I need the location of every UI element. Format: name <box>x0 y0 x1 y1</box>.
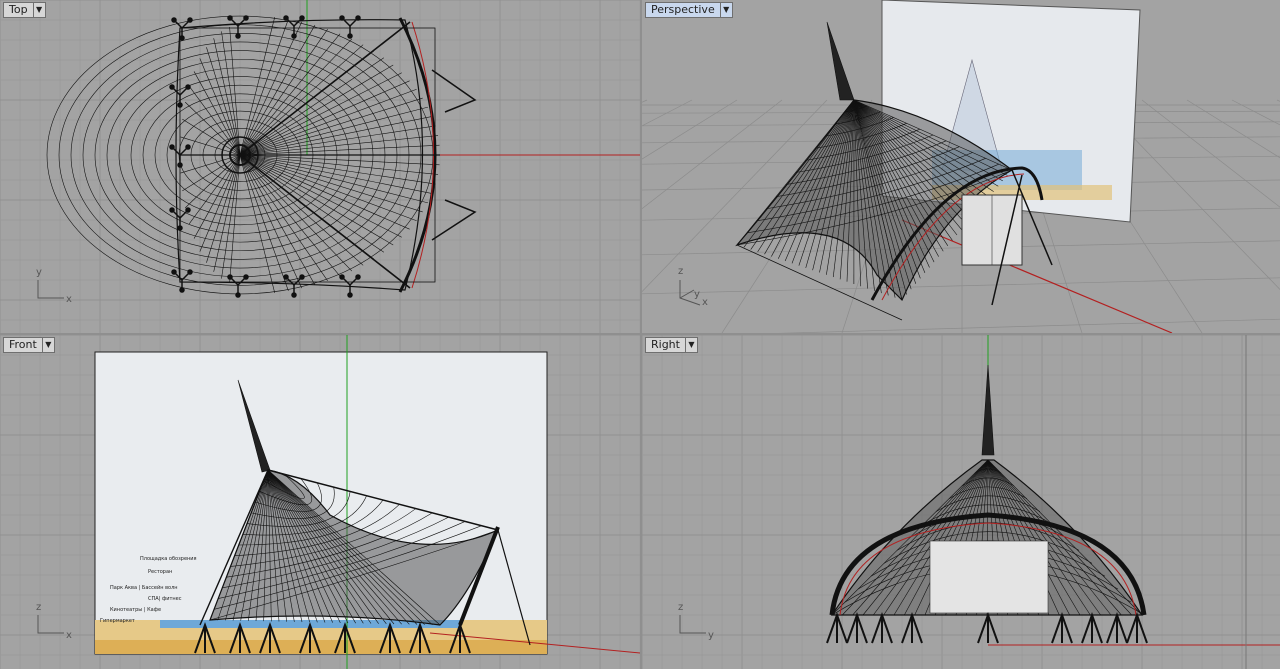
triangle-down-icon[interactable]: ▼ <box>719 3 732 17</box>
viewport-title: Right <box>651 338 680 351</box>
axis-label-z: z <box>36 602 41 613</box>
axis-label-y: y <box>36 267 42 278</box>
viewport-top[interactable]: Top ▼ y x <box>0 0 640 333</box>
image-label: Гипермаркет <box>100 618 135 624</box>
front-canvas[interactable]: Площадка обозрения Ресторан Парк Аква | … <box>0 335 640 669</box>
top-canvas[interactable]: y x <box>0 0 640 333</box>
triangle-down-icon[interactable]: ▼ <box>684 338 697 352</box>
viewport-tab-perspective[interactable]: Perspective ▼ <box>645 2 733 18</box>
viewport-title: Perspective <box>651 3 715 16</box>
viewport-perspective[interactable]: Perspective ▼ z y x <box>642 0 1280 333</box>
axis-label-x: x <box>66 630 72 641</box>
viewport-title: Top <box>9 3 28 16</box>
image-label: Кинотеатры | Кафе <box>110 607 161 613</box>
triangle-down-icon[interactable]: ▼ <box>41 338 54 352</box>
image-label: Парк Аква | Бассейн волн <box>110 584 178 591</box>
axis-label-z: z <box>678 266 683 277</box>
axis-label-y: y <box>694 289 700 300</box>
triangle-down-icon[interactable]: ▼ <box>32 3 45 17</box>
viewport-title: Front <box>9 338 37 351</box>
axis-label-z: z <box>678 602 683 613</box>
membrane-plan[interactable] <box>46 15 477 295</box>
right-canvas[interactable]: z y <box>642 335 1280 669</box>
viewport-tab-right[interactable]: Right ▼ <box>645 337 698 353</box>
viewport-tab-front[interactable]: Front ▼ <box>3 337 55 353</box>
image-label: СПА| фитнес <box>148 596 182 602</box>
canopy-right[interactable] <box>826 364 1148 644</box>
axis-label-x: x <box>66 294 72 305</box>
image-label: Ресторан <box>148 569 172 575</box>
viewport-right[interactable]: Right ▼ z y <box>642 335 1280 669</box>
viewport-front[interactable]: Front ▼ Площадка обозрения Ресторан Парк… <box>0 335 640 669</box>
axis-label-x: x <box>702 297 708 308</box>
axis-label-y: y <box>708 630 714 641</box>
viewport-tab-top[interactable]: Top ▼ <box>3 2 46 18</box>
image-label: Площадка обозрения <box>140 556 197 562</box>
perspective-canvas[interactable]: z y x <box>642 0 1280 333</box>
